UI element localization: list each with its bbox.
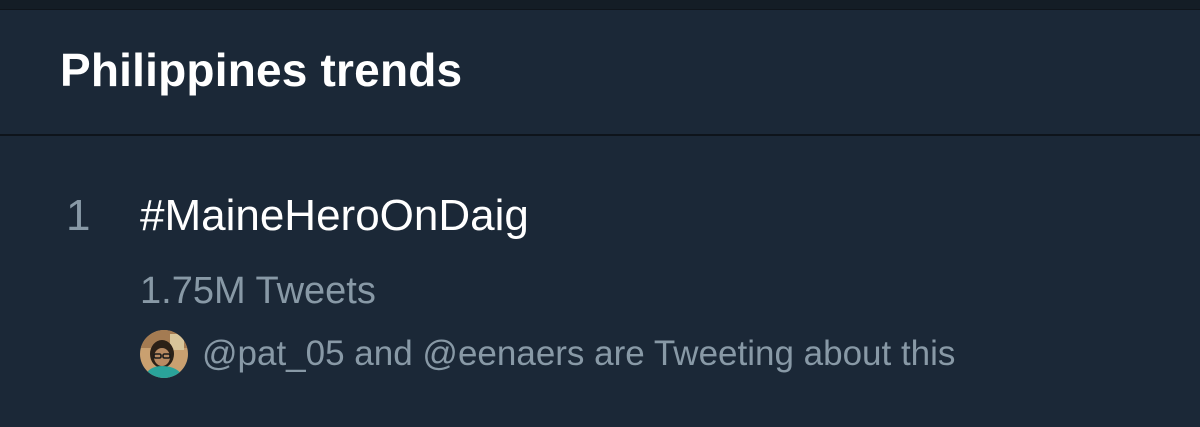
trend-hashtag-link[interactable]: #MaineHeroOnDaig [140, 188, 529, 244]
top-divider [0, 0, 1200, 10]
trend-tweet-count: 1.75M Tweets [140, 270, 376, 312]
trend-item[interactable]: 1 #MaineHeroOnDaig 1.75M Tweets @pat_05 … [0, 136, 1200, 427]
trend-context-text: @pat_05 and @eenaers are Tweeting about … [202, 334, 956, 373]
trends-title: Philippines trends [60, 44, 463, 96]
user-avatar-icon[interactable] [140, 330, 188, 378]
trend-rank: 1 [66, 191, 91, 240]
trend-context: @pat_05 and @eenaers are Tweeting about … [140, 328, 955, 380]
trends-header: Philippines trends [0, 10, 1200, 136]
